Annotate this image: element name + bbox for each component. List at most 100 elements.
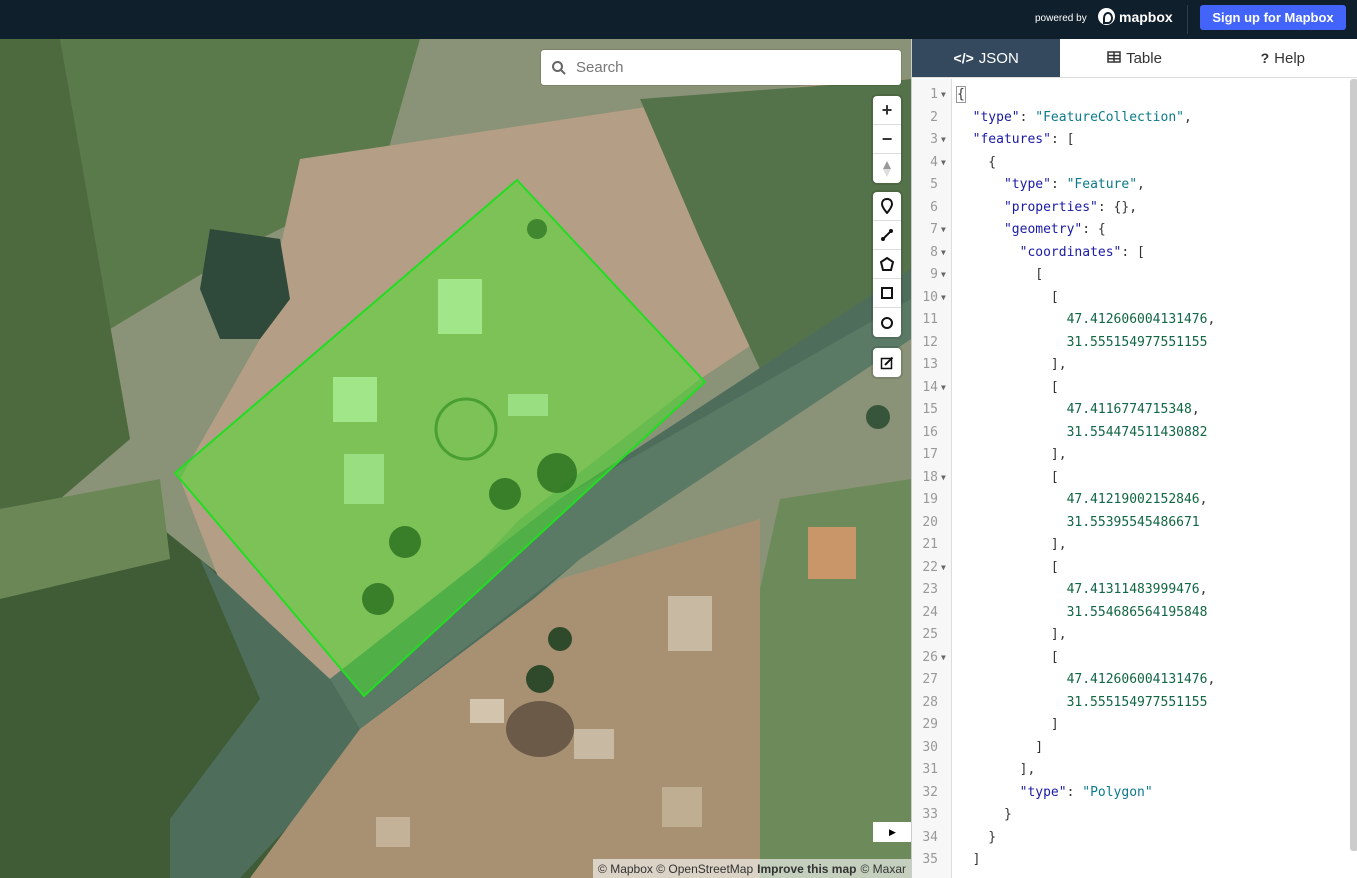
code-line: 24 31.554686564195848 [912,602,1357,625]
draw-rectangle-button[interactable] [873,279,901,308]
line-number: 35 [922,852,938,867]
search-box[interactable] [541,50,901,85]
code-line: 10 ▼ [ [912,287,1357,310]
code-text: "type": "Polygon" [1019,784,1153,800]
fold-arrow-icon[interactable]: ▼ [941,242,946,265]
attribution-maxar[interactable]: © Maxar [860,862,906,876]
code-line: 27 47.412606004131476, [912,669,1357,692]
code-line: 13 ], [912,354,1357,377]
mapbox-logo[interactable]: mapbox [1098,8,1173,25]
json-editor[interactable]: 1 ▼{2 "type": "FeatureCollection", 3 ▼ "fea… [912,79,1357,878]
line-number: 34 [922,829,938,845]
code-line: 11 47.412606004131476, [912,309,1357,332]
line-number: 33 [922,807,938,822]
code-line: 29 ] [912,714,1357,737]
help-icon: ? [1260,50,1270,66]
code-line: 23 47.41311483999476, [912,579,1357,602]
attribution-osm[interactable]: © OpenStreetMap [656,862,753,876]
line-number: 14 [922,379,938,395]
code-text: "type": "Feature", [1003,177,1145,192]
code-text: [ [957,267,1044,282]
search-input[interactable] [576,59,876,76]
zoom-in-button[interactable]: + [873,96,901,125]
code-line: 35 ] [912,849,1357,872]
expand-panel-button[interactable]: ▶ [873,822,911,842]
compass-button[interactable] [873,154,901,183]
code-text: 47.4116774715348, [1066,402,1200,417]
code-line: 2 "type": "FeatureCollection", [912,107,1357,130]
code-text: ], [957,537,1067,552]
code-line: 33 } [912,804,1357,827]
fold-arrow-icon[interactable]: ▼ [941,557,946,580]
navigation-controls: + − [873,96,901,183]
line-number: 26 [922,649,938,665]
code-line: 34 } [912,827,1357,850]
code-line: 17 ], [912,444,1357,467]
line-number: 28 [922,694,938,710]
code-text: ], [957,447,1067,462]
attribution-mapbox[interactable]: © Mapbox [598,862,653,876]
fold-arrow-icon[interactable]: ▼ [941,264,946,287]
line-number: 12 [922,334,938,350]
code-text: ] [957,717,1059,732]
improve-map-link[interactable]: Improve this map [757,862,856,876]
zoom-out-button[interactable]: − [873,125,901,154]
tab-help[interactable]: ? Help [1209,39,1357,77]
line-number: 29 [922,717,938,732]
line-number: 2 [930,109,938,125]
line-number: 8 [930,244,938,260]
code-line: 20 31.55395545486671 [912,512,1357,535]
line-number: 24 [922,604,938,620]
code-line: 1 ▼ { [912,84,1357,107]
code-line: 26 ▼ [ [912,647,1357,670]
tab-help-label: Help [1274,49,1306,67]
code-text: "features": [ [972,132,1075,147]
code-text: } [957,807,1012,822]
draw-point-button[interactable] [873,192,901,221]
code-line: 8 ▼ "coordinates": [ [912,242,1357,265]
code-text: "type": "FeatureCollection", [972,109,1192,125]
line-number: 3 [930,132,938,147]
code-text: 47.412606004131476, [1066,312,1216,327]
fold-arrow-icon[interactable]: ▼ [941,287,946,310]
code-line: 3 ▼ "features": [ [912,129,1357,152]
fold-arrow-icon[interactable]: ▼ [941,219,946,242]
map-attribution: © Mapbox © OpenStreetMap Improve this ma… [593,859,911,878]
draw-line-button[interactable] [873,221,901,250]
tab-table[interactable]: Table [1060,39,1208,77]
code-line: 14 ▼ [ [912,377,1357,400]
fold-arrow-icon[interactable]: ▼ [941,152,946,175]
code-text: 47.412606004131476, [1066,672,1216,687]
fold-arrow-icon[interactable]: ▼ [941,377,946,400]
top-bar: powered by mapbox Sign up for Mapbox [0,0,1357,39]
fold-arrow-icon[interactable]: ▼ [941,84,946,107]
code-text: ] [957,852,981,867]
line-number: 19 [922,492,938,507]
code-text: [ [957,469,1059,485]
code-text: { [956,86,966,103]
satellite-imagery [0,39,911,878]
rectangle-icon [881,287,893,299]
code-line: 28 31.555154977551155 [912,692,1357,715]
draw-circle-button[interactable] [873,308,901,337]
code-text: "properties": {}, [1003,199,1138,215]
line-number: 6 [930,199,938,215]
caret-right-icon: ▶ [889,826,896,837]
fold-arrow-icon[interactable]: ▼ [941,129,946,152]
signup-button[interactable]: Sign up for Mapbox [1200,5,1346,30]
draw-polygon-button[interactable] [873,250,901,279]
code-line: 31 ], [912,759,1357,782]
code-line: 16 31.554474511430882 [912,422,1357,445]
code-line: 7 ▼ "geometry": { [912,219,1357,242]
map-canvas[interactable]: + − ▶ © Mapbox © OpenStreetMap I [0,39,911,878]
code-text: 47.41311483999476, [1066,582,1208,597]
fold-arrow-icon[interactable]: ▼ [941,647,946,670]
line-number: 7 [930,222,938,237]
line-number: 20 [922,514,938,530]
fold-arrow-icon[interactable]: ▼ [941,467,946,490]
tab-json[interactable]: </> JSON [912,39,1061,77]
edit-icon [880,356,894,369]
line-number: 9 [930,267,938,282]
edit-button[interactable] [873,348,901,377]
code-line: 30 ] [912,737,1357,760]
